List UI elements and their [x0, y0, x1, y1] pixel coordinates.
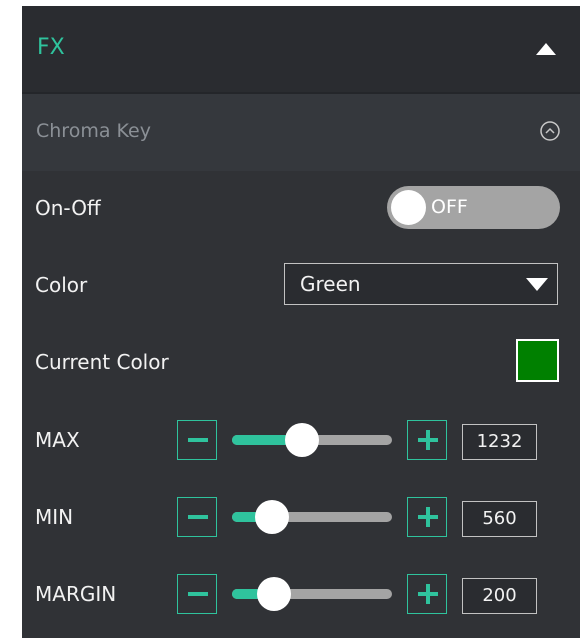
- triangle-up-icon[interactable]: [531, 36, 561, 62]
- on-off-toggle[interactable]: OFF: [387, 186, 560, 229]
- color-select[interactable]: Green: [284, 263, 558, 305]
- min-slider[interactable]: [232, 500, 392, 534]
- margin-value-field[interactable]: 200: [462, 578, 537, 614]
- toggle-state-text: OFF: [431, 196, 468, 218]
- margin-increment-button[interactable]: [407, 574, 447, 614]
- min-value-field[interactable]: 560: [462, 501, 537, 537]
- max-value-field[interactable]: 1232: [462, 424, 537, 460]
- slider-thumb[interactable]: [257, 577, 291, 611]
- min-decrement-button[interactable]: [177, 497, 217, 537]
- on-off-label: On-Off: [35, 196, 101, 220]
- minus-icon: [188, 592, 208, 596]
- minus-icon: [188, 438, 208, 442]
- triangle-down-icon[interactable]: [525, 277, 549, 292]
- slider-thumb[interactable]: [285, 423, 319, 457]
- section-title: Chroma Key: [36, 120, 151, 142]
- min-label: MIN: [35, 505, 74, 529]
- slider-thumb[interactable]: [255, 500, 289, 534]
- margin-label: MARGIN: [35, 582, 117, 606]
- margin-slider[interactable]: [232, 577, 392, 611]
- color-select-value: Green: [300, 272, 361, 296]
- current-color-label: Current Color: [35, 350, 169, 374]
- color-label: Color: [35, 273, 88, 297]
- min-increment-button[interactable]: [407, 497, 447, 537]
- fx-header[interactable]: FX: [22, 6, 580, 92]
- max-decrement-button[interactable]: [177, 420, 217, 460]
- fx-panel: FX Chroma Key On-Off OFF Color Green Cur…: [22, 6, 580, 638]
- max-label: MAX: [35, 428, 80, 452]
- chroma-key-header[interactable]: Chroma Key: [22, 94, 580, 171]
- max-slider[interactable]: [232, 423, 392, 457]
- minus-icon: [188, 515, 208, 519]
- margin-decrement-button[interactable]: [177, 574, 217, 614]
- max-increment-button[interactable]: [407, 420, 447, 460]
- current-color-swatch: [516, 339, 559, 382]
- toggle-knob[interactable]: [391, 190, 426, 225]
- circle-chevron-up-icon[interactable]: [539, 120, 561, 142]
- fx-title: FX: [37, 35, 65, 60]
